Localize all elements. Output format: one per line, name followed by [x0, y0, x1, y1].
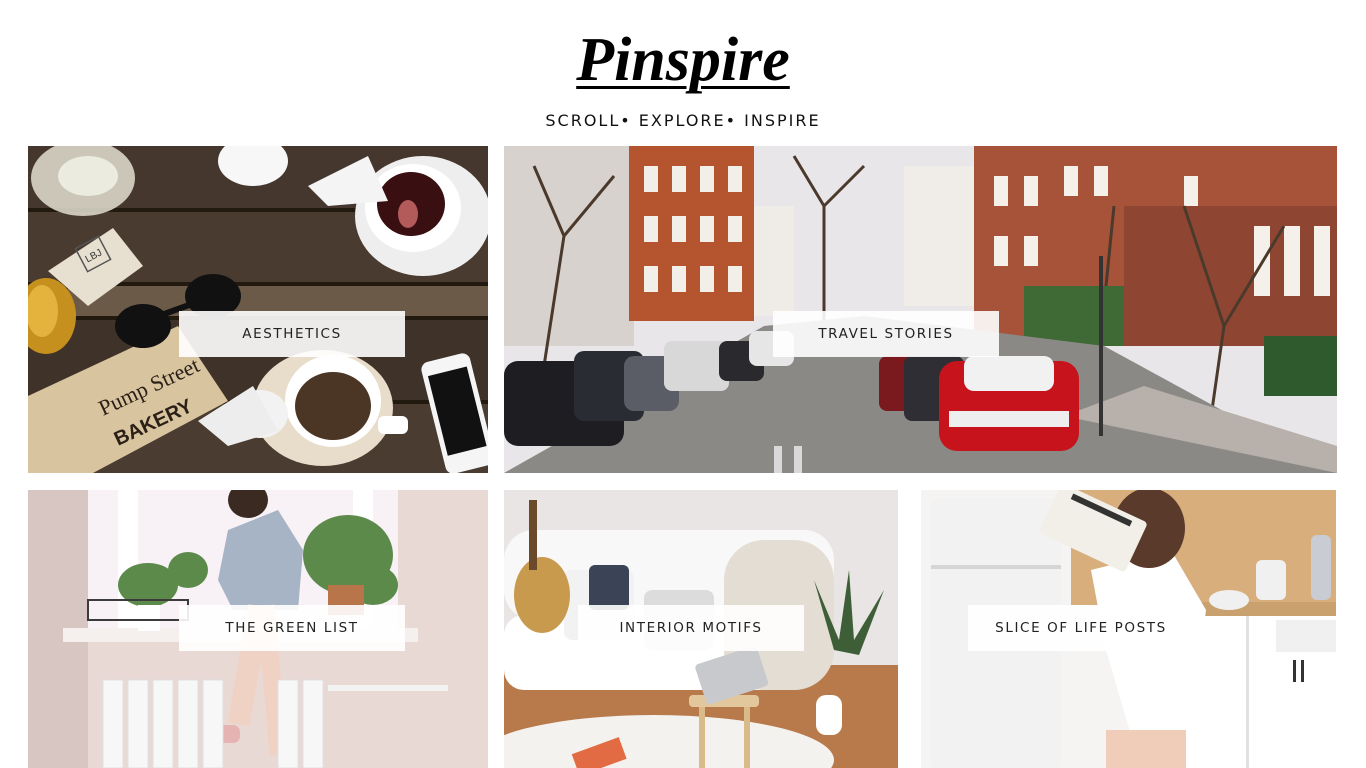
aesthetics-photo: Pump Street BAKERY LBJ: [28, 146, 488, 473]
site-logo[interactable]: Pinspire: [0, 22, 1366, 98]
tile-label-slice-of-life: SLICE OF LIFE POSTS: [968, 605, 1194, 651]
tile-label-travel-stories: TRAVEL STORIES: [773, 311, 999, 357]
tile-label-green-list: THE GREEN LIST: [179, 605, 405, 651]
category-tile-travel-stories[interactable]: TRAVEL STORIES: [504, 146, 1337, 473]
tile-label-aesthetics: AESTHETICS: [179, 311, 405, 357]
category-tile-aesthetics[interactable]: Pump Street BAKERY LBJ AESTHETICS: [28, 146, 488, 473]
site-header: Pinspire SCROLL• EXPLORE• INSPIRE: [0, 0, 1366, 140]
category-tile-interior-motifs[interactable]: INTERIOR MOTIFS: [504, 490, 898, 768]
travel-street-photo: [504, 146, 1337, 473]
tile-label-interior-motifs: INTERIOR MOTIFS: [578, 605, 804, 651]
site-tagline: SCROLL• EXPLORE• INSPIRE: [545, 111, 821, 130]
category-tile-green-list[interactable]: THE GREEN LIST: [28, 490, 488, 768]
category-tile-slice-of-life[interactable]: SLICE OF LIFE POSTS: [921, 490, 1336, 768]
